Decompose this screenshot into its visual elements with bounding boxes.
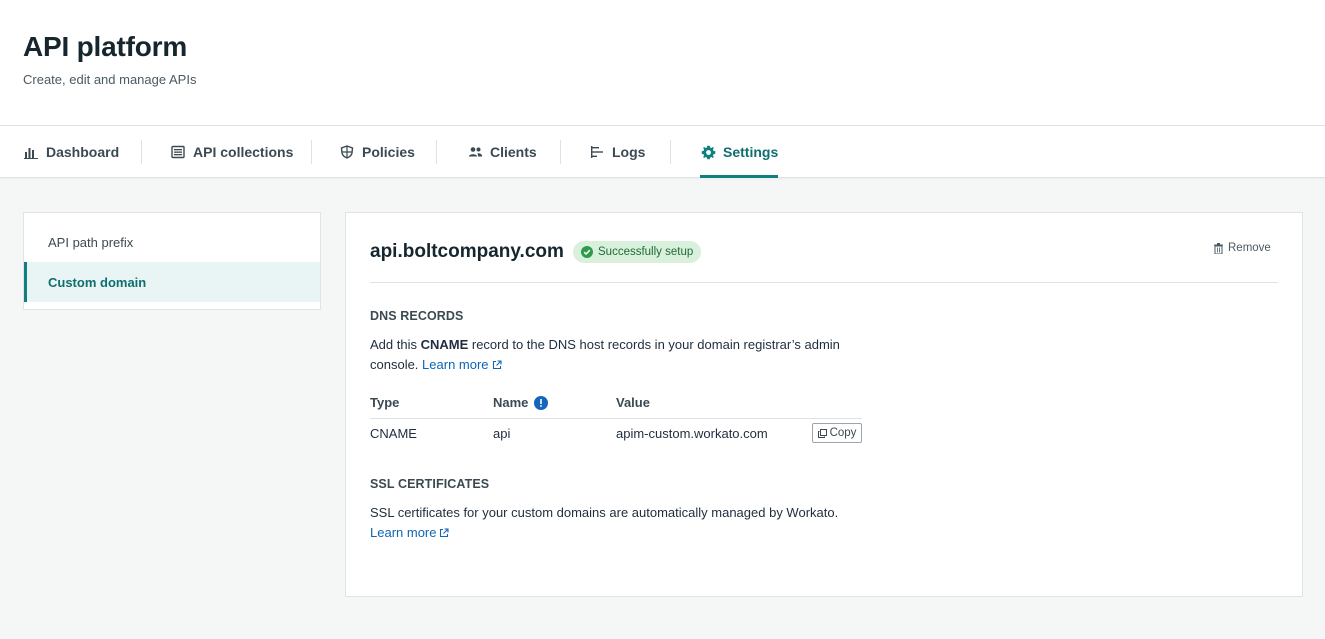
tab-label: Policies [362,144,415,160]
shield-icon [339,144,355,160]
tab-divider [311,140,312,164]
tab-divider [436,140,437,164]
tab-label: Dashboard [46,144,120,160]
copy-button[interactable]: Copy [812,423,862,443]
column-header-label: Name [493,395,529,410]
sidenav-item-api-path-prefix[interactable]: API path prefix [24,222,320,262]
check-circle-icon [581,246,593,258]
tab-dashboard[interactable]: Dashboard [23,126,119,178]
table-divider [370,418,862,419]
tab-label: Logs [612,144,646,160]
cell-name: api [493,426,511,441]
page-header: API platform Create, edit and manage API… [0,0,1325,126]
external-link-icon [440,528,450,538]
dns-text: Add this [370,337,421,352]
page-title: API platform [23,31,188,62]
tab-label: Clients [490,144,537,160]
status-badge: Successfully setup [573,241,702,263]
tab-bar: Dashboard API collections Policies Clien… [0,126,1325,178]
trash-icon [1214,242,1224,254]
column-header-value: Value [616,395,650,410]
ssl-text: SSL certificates for your custom domains… [370,505,839,520]
collection-icon [170,144,186,160]
settings-sidenav: API path prefix Custom domain [23,212,321,310]
tab-divider [141,140,142,164]
dns-description: Add this CNAME record to the DNS host re… [370,335,850,375]
users-icon [467,144,483,160]
copy-label: Copy [829,427,857,439]
bar-chart-icon [23,144,39,160]
link-label: Learn more [422,357,489,372]
tab-label: API collections [193,144,294,160]
ssl-learn-more-link[interactable]: Learn more [370,525,450,540]
gear-icon [700,144,716,160]
remove-button[interactable]: Remove [1214,242,1271,254]
info-icon[interactable] [534,395,549,410]
page-subtitle: Create, edit and manage APIs [23,72,197,87]
cell-type: CNAME [370,426,417,441]
dns-learn-more-link[interactable]: Learn more [422,357,502,372]
logs-icon [589,144,605,160]
ssl-description: SSL certificates for your custom domains… [370,503,890,543]
external-link-icon [492,360,502,370]
tab-policies[interactable]: Policies [339,126,415,178]
tab-divider [560,140,561,164]
tab-logs[interactable]: Logs [589,126,645,178]
custom-domain-panel: api.boltcompany.com Successfully setup R… [345,212,1303,597]
column-header-type: Type [370,395,400,410]
ssl-certificates-heading: SSL CERTIFICATES [370,477,490,491]
panel-divider [370,282,1278,283]
link-label: Learn more [370,525,437,540]
tab-settings[interactable]: Settings [700,126,779,178]
tab-label: Settings [723,144,779,160]
status-text: Successfully setup [598,246,694,258]
remove-label: Remove [1228,242,1271,254]
tab-api-collections[interactable]: API collections [170,126,293,178]
sidenav-item-custom-domain[interactable]: Custom domain [24,262,320,302]
tab-clients[interactable]: Clients [467,126,537,178]
dns-records-heading: DNS RECORDS [370,309,464,323]
copy-icon [817,428,827,438]
domain-name: api.boltcompany.com [370,241,564,262]
column-header-name: Name [493,395,549,410]
cell-value: apim-custom.workato.com [616,426,768,441]
dns-text-bold: CNAME [420,337,469,352]
tab-divider [670,140,671,164]
